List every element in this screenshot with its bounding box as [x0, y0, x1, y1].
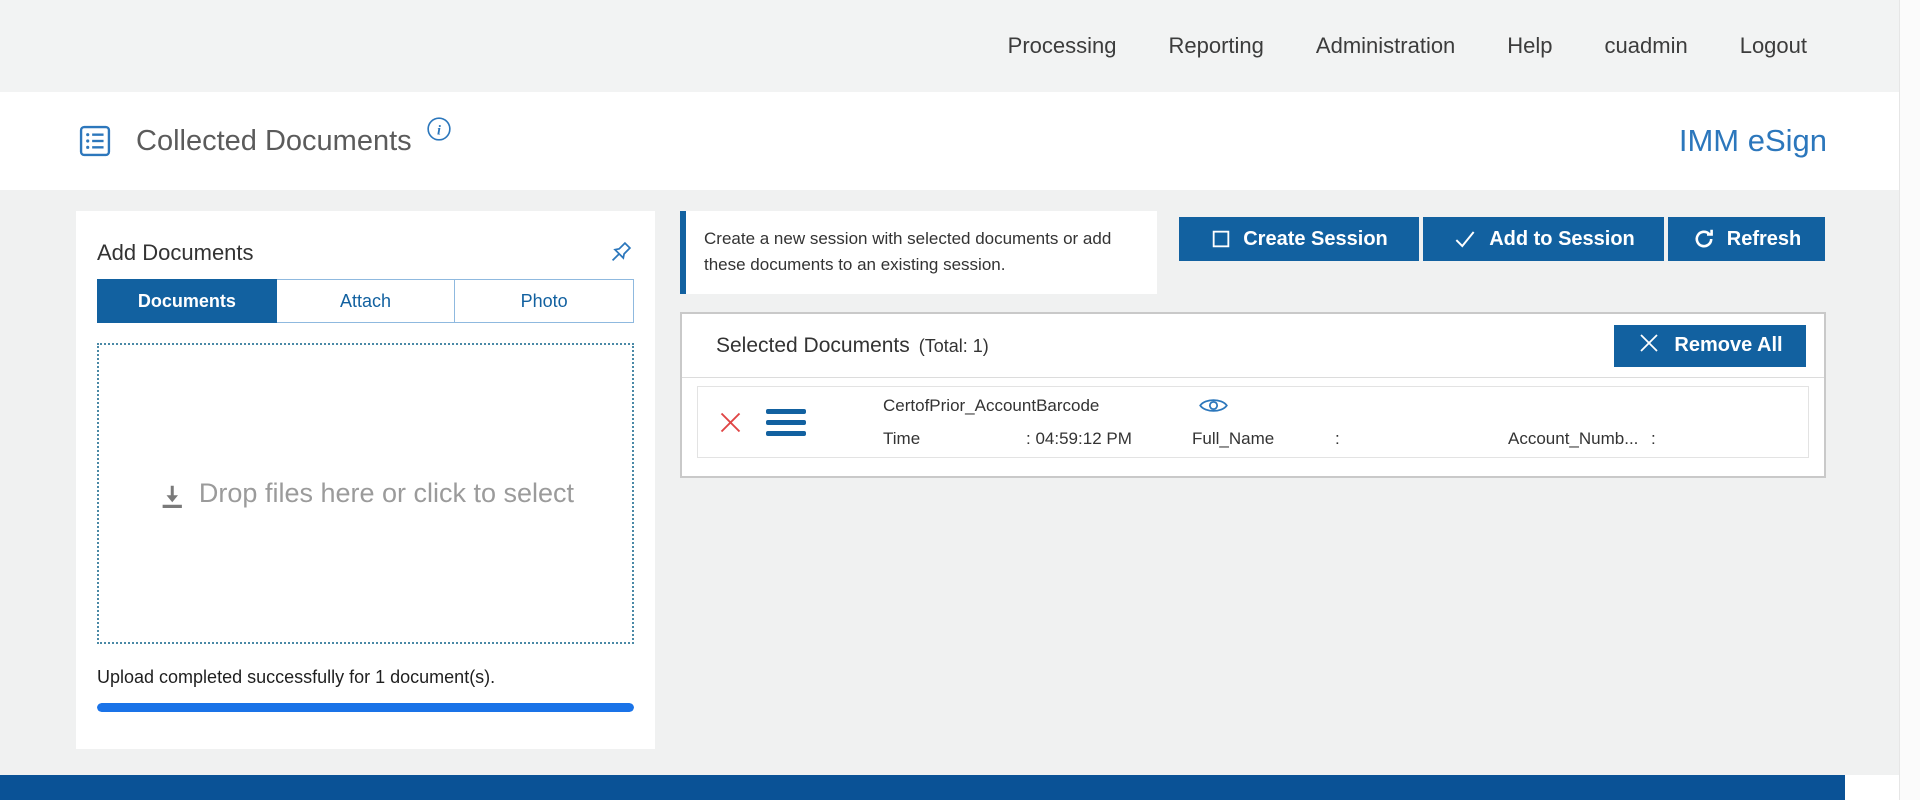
selected-documents-panel: Selected Documents (Total: 1) Remove All: [680, 312, 1826, 478]
refresh-label: Refresh: [1727, 228, 1801, 251]
add-to-session-button[interactable]: Add to Session: [1423, 217, 1664, 261]
selected-documents-header: Selected Documents (Total: 1) Remove All: [682, 314, 1824, 378]
create-session-button[interactable]: Create Session: [1179, 217, 1419, 261]
add-to-session-label: Add to Session: [1489, 228, 1635, 251]
field-separator: :: [1651, 429, 1656, 448]
document-row: CertofPrior_AccountBarcode Time: 04:59:1…: [697, 386, 1809, 458]
delete-document-icon[interactable]: [717, 409, 744, 436]
tab-attach[interactable]: Attach: [277, 279, 456, 323]
download-icon: [157, 482, 187, 512]
nav-logout[interactable]: Logout: [1740, 33, 1807, 59]
upload-status-text: Upload completed successfully for 1 docu…: [97, 667, 634, 688]
checkmark-icon: [1452, 226, 1478, 252]
nav-reporting[interactable]: Reporting: [1169, 33, 1264, 59]
remove-all-button[interactable]: Remove All: [1614, 325, 1806, 367]
nav-help[interactable]: Help: [1507, 33, 1552, 59]
document-field-account-number: Account_Numb...:: [1508, 429, 1808, 449]
document-field-full-name: Full_Name:: [1192, 429, 1508, 449]
field-label: Account_Numb...: [1508, 429, 1651, 449]
field-separator: :: [1335, 429, 1340, 448]
add-documents-header: Add Documents: [97, 211, 634, 279]
close-icon: [1637, 331, 1661, 361]
add-documents-panel: Add Documents Documents Attach Photo: [76, 211, 655, 749]
main-content: Add Documents Documents Attach Photo: [0, 190, 1899, 775]
session-info-banner: Create a new session with selected docum…: [680, 211, 1157, 294]
add-documents-title: Add Documents: [97, 240, 254, 266]
remove-all-label: Remove All: [1674, 334, 1782, 357]
page-title: Collected Documents: [136, 125, 412, 158]
page: Processing Reporting Administration Help…: [0, 0, 1920, 800]
create-session-label: Create Session: [1243, 228, 1388, 251]
collected-documents-icon: [76, 122, 114, 160]
dropzone-text: Drop files here or click to select: [199, 478, 574, 509]
document-field-time: Time: 04:59:12 PM: [883, 429, 1192, 449]
refresh-icon: [1692, 227, 1716, 251]
field-value: 04:59:12 PM: [1035, 429, 1131, 448]
preview-eye-icon[interactable]: [1198, 395, 1229, 416]
vertical-scrollbar[interactable]: [1899, 0, 1920, 800]
session-action-buttons: Create Session Add to Session Refresh: [1179, 217, 1825, 261]
nav-administration[interactable]: Administration: [1316, 33, 1455, 59]
selected-documents-title-text: Selected Documents: [716, 334, 910, 358]
refresh-button[interactable]: Refresh: [1668, 217, 1825, 261]
field-label: Time: [883, 429, 1026, 449]
brand-logo: IMM eSign: [1679, 123, 1827, 159]
field-label: Full_Name: [1192, 429, 1335, 449]
footer-bar: [0, 775, 1845, 800]
session-info-text: Create a new session with selected docum…: [704, 226, 1139, 279]
nav-user-menu[interactable]: cuadmin: [1605, 33, 1688, 59]
nav-processing[interactable]: Processing: [1008, 33, 1117, 59]
file-dropzone[interactable]: Drop files here or click to select: [97, 343, 634, 644]
tab-documents[interactable]: Documents: [97, 279, 277, 323]
square-icon: [1210, 228, 1232, 250]
upload-progress-bar: [97, 703, 634, 712]
drag-handle-icon[interactable]: [766, 409, 806, 436]
pin-icon[interactable]: [606, 239, 634, 267]
field-separator: :: [1026, 429, 1031, 448]
document-details: CertofPrior_AccountBarcode Time: 04:59:1…: [883, 395, 1808, 449]
svg-text:i: i: [437, 122, 441, 138]
tab-photo[interactable]: Photo: [455, 279, 634, 323]
selected-documents-total: (Total: 1): [919, 336, 989, 357]
selected-documents-title: Selected Documents (Total: 1): [716, 334, 989, 358]
upload-progress-fill: [97, 703, 634, 712]
top-navigation: Processing Reporting Administration Help…: [0, 0, 1899, 92]
info-icon[interactable]: i: [426, 116, 452, 142]
document-name: CertofPrior_AccountBarcode: [883, 396, 1192, 416]
add-documents-tabs: Documents Attach Photo: [97, 279, 634, 323]
page-header: Collected Documents i IMM eSign: [0, 92, 1899, 190]
